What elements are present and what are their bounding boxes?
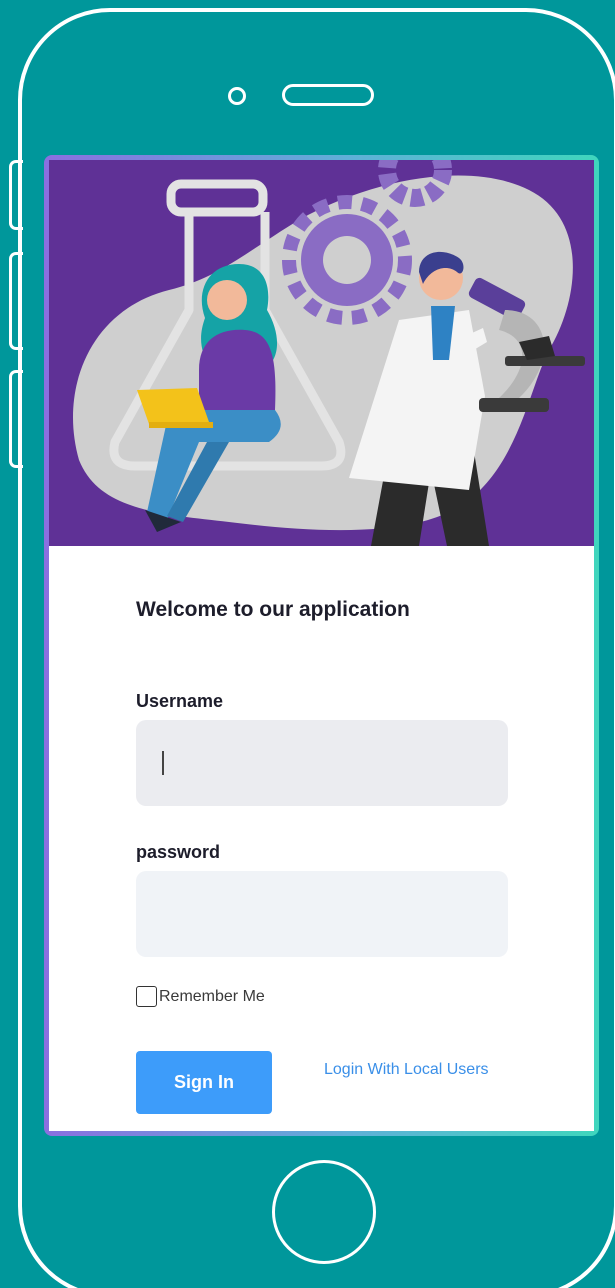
phone-speaker-icon [282,84,374,106]
lab-illustration [49,160,594,546]
phone-camera-icon [228,87,246,105]
text-caret [162,751,164,775]
phone-volume-down-button [9,370,23,468]
remember-me-checkbox[interactable] [136,986,157,1007]
password-input[interactable] [136,871,508,957]
password-label: password [136,842,221,862]
remember-me-label: Remember Me [159,987,265,1005]
phone-volume-up-button [9,252,23,350]
username-label: Username [136,691,224,711]
username-input[interactable] [136,720,508,806]
welcome-title: Welcome to our application [136,598,410,621]
app-screen: Welcome to our application Username pass… [44,155,599,1136]
remember-me-row[interactable]: Remember Me [136,986,265,1007]
sign-in-button[interactable]: Sign In [136,1051,272,1114]
login-page: Welcome to our application Username pass… [49,160,594,1131]
login-with-local-users-link[interactable]: Login With Local Users [324,1061,489,1079]
phone-side-button [9,160,23,230]
phone-home-button [272,1160,376,1264]
